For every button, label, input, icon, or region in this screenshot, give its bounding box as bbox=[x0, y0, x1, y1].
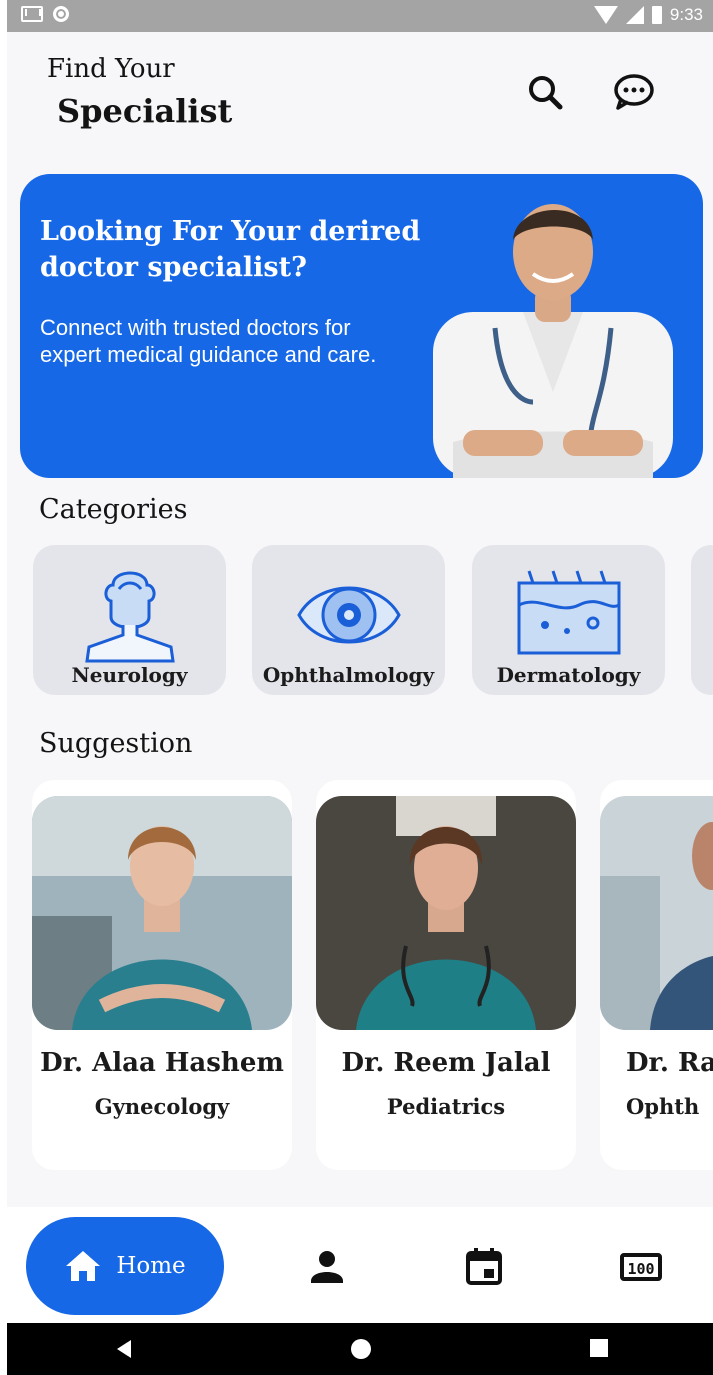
svg-text:100: 100 bbox=[627, 1260, 654, 1278]
doctor-photo bbox=[32, 796, 292, 1030]
page-title-line1: Find Your bbox=[47, 54, 175, 84]
doctor-specialty: Pediatrics bbox=[386, 1094, 506, 1119]
signal-icon bbox=[625, 6, 644, 24]
profile-icon[interactable] bbox=[307, 1247, 347, 1287]
doctor-name: Dr. Ra bbox=[626, 1048, 713, 1078]
doctor-card[interactable]: Dr. Alaa Hashem Gynecology bbox=[32, 780, 292, 1170]
status-time: 9:33 bbox=[669, 5, 703, 24]
gmail-icon bbox=[21, 6, 43, 22]
battery-icon bbox=[651, 6, 662, 24]
home-icon bbox=[66, 1251, 101, 1281]
category-label: Neurology bbox=[71, 663, 188, 687]
counter-icon[interactable]: 100 bbox=[619, 1247, 663, 1287]
category-dermatology[interactable]: Dermatology bbox=[472, 545, 665, 695]
doctor-specialty: Ophth bbox=[626, 1094, 700, 1119]
doctor-photo bbox=[316, 796, 576, 1030]
doctor-name: Dr. Alaa Hashem bbox=[40, 1048, 284, 1078]
doctor-photo bbox=[600, 796, 713, 1030]
doctor-illustration bbox=[433, 204, 673, 478]
skin-layers-icon bbox=[517, 570, 620, 655]
banner-title: Looking For Your derired doctor speciali… bbox=[40, 216, 421, 283]
chat-icon[interactable] bbox=[612, 72, 654, 112]
brain-head-icon bbox=[84, 571, 175, 663]
back-icon[interactable] bbox=[113, 1338, 135, 1360]
home-circle-icon[interactable] bbox=[350, 1338, 372, 1360]
app-screen: Find Your Specialist Looking For Your de… bbox=[7, 32, 713, 1207]
nav-home-button[interactable]: Home bbox=[26, 1217, 224, 1315]
system-nav-bar bbox=[7, 1323, 713, 1375]
category-neurology[interactable]: Neurology bbox=[33, 545, 226, 695]
status-bar: 9:33 bbox=[7, 0, 713, 32]
doctor-specialty: Gynecology bbox=[94, 1094, 230, 1119]
category-ophthalmology[interactable]: Ophthalmology bbox=[252, 545, 445, 695]
suggestion-title: Suggestion bbox=[39, 728, 193, 759]
doctor-card[interactable]: Dr. Reem Jalal Pediatrics bbox=[316, 780, 576, 1170]
search-icon[interactable] bbox=[525, 72, 565, 112]
categories-title: Categories bbox=[39, 494, 188, 525]
nav-home-label: Home bbox=[116, 1253, 186, 1279]
notification-circle-icon bbox=[53, 6, 69, 22]
page-title-line2: Specialist bbox=[57, 92, 233, 130]
wifi-icon bbox=[593, 6, 618, 24]
calendar-icon[interactable] bbox=[464, 1247, 504, 1287]
promo-banner[interactable]: Looking For Your derired doctor speciali… bbox=[20, 174, 703, 478]
recents-icon[interactable] bbox=[589, 1338, 609, 1358]
doctor-name: Dr. Reem Jalal bbox=[341, 1048, 551, 1078]
category-label: Ophthalmology bbox=[262, 663, 435, 687]
bottom-nav: Home 100 bbox=[7, 1207, 713, 1323]
category-partial[interactable] bbox=[691, 545, 713, 695]
eye-icon bbox=[296, 586, 401, 644]
doctor-card[interactable]: Dr. Ra Ophth bbox=[600, 780, 713, 1170]
banner-subtitle: Connect with trusted doctors for expert … bbox=[40, 315, 377, 367]
category-label: Dermatology bbox=[496, 663, 641, 687]
